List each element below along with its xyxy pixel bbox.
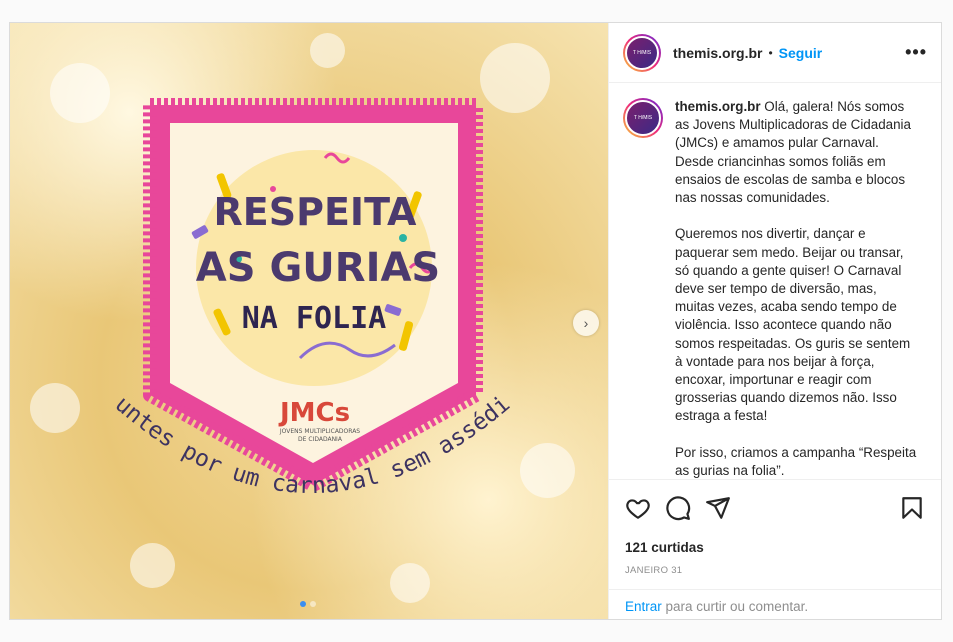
caption-body: Olá, galera! Nós somos as Jovens Multipl… bbox=[675, 99, 917, 479]
jmcs-logo: JMCs bbox=[278, 398, 350, 428]
jmcs-logo-sub2: DE CIDADANIA bbox=[298, 436, 343, 443]
login-prompt: Entrar para curtir ou comentar. bbox=[609, 589, 941, 623]
caption: T H/MIS themis.org.br Olá, galera! Nós s… bbox=[609, 84, 941, 479]
login-link[interactable]: Entrar bbox=[625, 599, 662, 614]
instagram-post: RESPEITA AS GURIAS NA FOLIA JMCs JOVENS … bbox=[9, 22, 942, 620]
post-image: RESPEITA AS GURIAS NA FOLIA JMCs JOVENS … bbox=[10, 23, 608, 619]
likes-count[interactable]: 121 curtidas bbox=[625, 540, 925, 555]
chevron-right-icon[interactable]: › bbox=[573, 310, 599, 336]
bookmark-icon[interactable] bbox=[899, 495, 925, 521]
caption-username[interactable]: themis.org.br bbox=[675, 99, 761, 114]
avatar[interactable]: T H/MIS bbox=[623, 33, 661, 72]
caption-text: themis.org.br Olá, galera! Nós somos as … bbox=[675, 98, 917, 479]
heart-icon[interactable] bbox=[625, 495, 651, 521]
separator-dot: • bbox=[768, 45, 773, 60]
avatar-text: T H/MIS bbox=[625, 35, 659, 70]
follow-button[interactable]: Seguir bbox=[779, 45, 823, 61]
more-icon[interactable]: ••• bbox=[905, 42, 927, 63]
carousel-dot bbox=[300, 601, 306, 607]
art-title-line2: AS GURIAS bbox=[196, 245, 440, 291]
jmcs-logo-sub1: JOVENS MULTIPLICADORAS bbox=[279, 428, 360, 435]
art-title-line1: RESPEITA bbox=[214, 190, 418, 234]
post-header: T H/MIS themis.org.br • Seguir ••• bbox=[609, 23, 941, 83]
carousel-dots bbox=[300, 601, 316, 607]
post-actions: 121 curtidas JANEIRO 31 bbox=[609, 479, 941, 576]
caption-avatar[interactable]: T H/MIS bbox=[623, 98, 663, 138]
comment-icon[interactable] bbox=[665, 495, 691, 521]
username-link[interactable]: themis.org.br bbox=[673, 45, 762, 61]
post-date: JANEIRO 31 bbox=[625, 565, 683, 576]
post-sidebar: T H/MIS themis.org.br • Seguir ••• T H/M… bbox=[608, 23, 941, 619]
login-text: para curtir ou comentar. bbox=[661, 599, 809, 614]
art-title-line3: NA FOLIA bbox=[242, 301, 387, 336]
carousel-dot bbox=[310, 601, 316, 607]
caption-avatar-text: T H/MIS bbox=[625, 100, 661, 136]
campaign-art: RESPEITA AS GURIAS NA FOLIA JMCs JOVENS … bbox=[10, 23, 515, 499]
share-icon[interactable] bbox=[705, 495, 731, 521]
